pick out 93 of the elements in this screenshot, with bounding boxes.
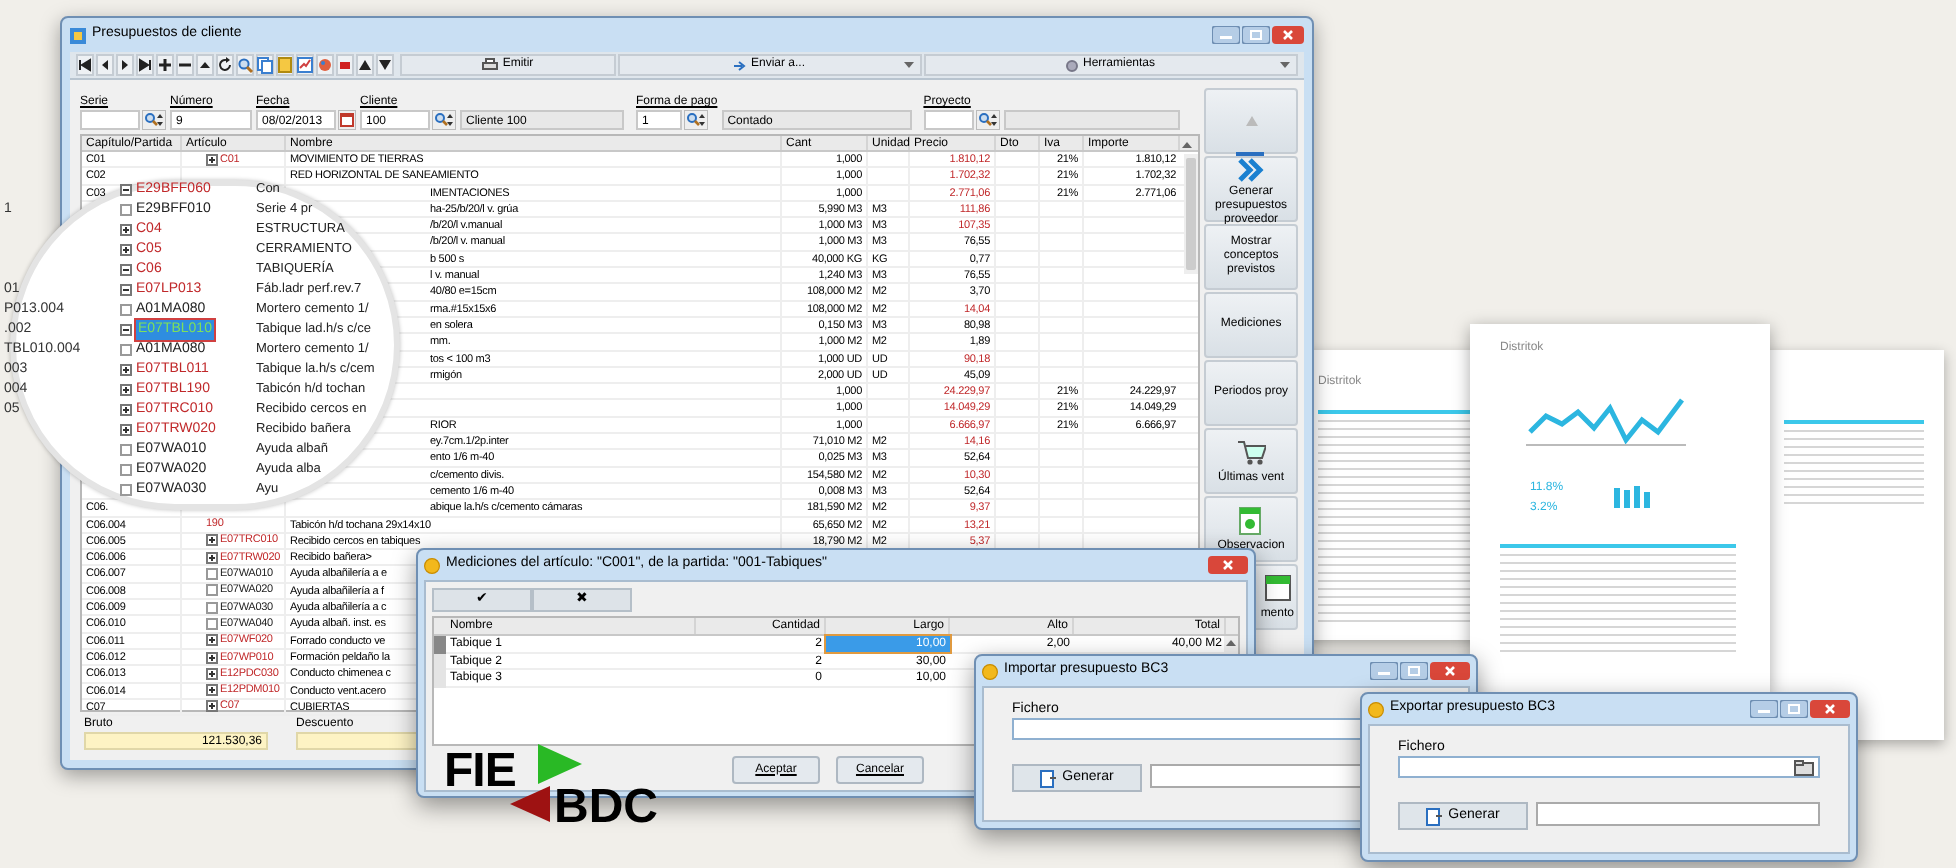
scrollbar[interactable] bbox=[1184, 154, 1199, 274]
coin-icon bbox=[424, 557, 440, 573]
input-field[interactable] bbox=[80, 110, 140, 130]
expand-icon[interactable] bbox=[120, 224, 132, 236]
search-icon bbox=[236, 56, 254, 74]
leaf-node-icon[interactable] bbox=[120, 484, 132, 496]
maximize-button[interactable] bbox=[1400, 662, 1428, 680]
expand-icon[interactable] bbox=[120, 404, 132, 416]
last-button[interactable] bbox=[136, 54, 154, 76]
refresh-button[interactable] bbox=[216, 54, 234, 76]
up-arrow-button[interactable] bbox=[356, 54, 374, 76]
collapse-icon[interactable] bbox=[120, 184, 132, 196]
close-button[interactable] bbox=[1208, 556, 1248, 574]
close-button[interactable] bbox=[1810, 700, 1850, 718]
coin-icon bbox=[982, 663, 998, 679]
minimize-button[interactable] bbox=[1212, 26, 1240, 44]
expand-icon[interactable] bbox=[120, 244, 132, 256]
expand-icon[interactable] bbox=[120, 424, 132, 436]
note-button[interactable] bbox=[276, 54, 294, 76]
remove-button[interactable] bbox=[176, 54, 194, 76]
close-button[interactable] bbox=[1272, 26, 1304, 44]
copy-button[interactable] bbox=[256, 54, 274, 76]
up-triangle-button[interactable] bbox=[196, 54, 214, 76]
stop-icon bbox=[336, 56, 354, 74]
expand-icon[interactable] bbox=[206, 700, 218, 713]
maximize-button[interactable] bbox=[1780, 700, 1808, 718]
stop-button[interactable] bbox=[336, 54, 354, 76]
previous-button[interactable] bbox=[96, 54, 114, 76]
chart-button[interactable] bbox=[296, 54, 314, 76]
play-triangle-icon bbox=[538, 744, 582, 784]
next-button[interactable] bbox=[116, 54, 134, 76]
collapse-icon[interactable] bbox=[120, 264, 132, 276]
leaf-node-icon[interactable] bbox=[120, 464, 132, 476]
expand-icon[interactable] bbox=[206, 534, 218, 547]
logo-text: BDC bbox=[554, 778, 658, 838]
document-icon bbox=[1040, 769, 1057, 787]
refresh-icon bbox=[216, 56, 234, 74]
expand-icon[interactable] bbox=[206, 153, 218, 166]
leaf-node-icon[interactable] bbox=[120, 344, 132, 356]
up-arrow-icon bbox=[356, 56, 374, 74]
leaf-node-icon[interactable] bbox=[206, 584, 218, 597]
reverse-triangle-icon bbox=[510, 786, 550, 822]
add-button[interactable] bbox=[156, 54, 174, 76]
logo-text: FIE bbox=[444, 742, 516, 802]
collapse-icon[interactable] bbox=[120, 284, 132, 296]
leaf-node-icon[interactable] bbox=[206, 568, 218, 581]
add-icon bbox=[156, 56, 174, 74]
calendar-button[interactable] bbox=[338, 110, 356, 130]
leaf-node-icon[interactable] bbox=[120, 204, 132, 216]
search-button[interactable] bbox=[975, 110, 1000, 130]
coin-icon bbox=[1368, 701, 1384, 717]
caret-icon bbox=[904, 62, 914, 70]
expand-icon[interactable] bbox=[206, 634, 218, 647]
collapse-icon[interactable] bbox=[120, 324, 132, 336]
document-icon bbox=[1426, 807, 1443, 825]
folder-icon bbox=[1794, 759, 1814, 775]
first-icon bbox=[76, 56, 94, 74]
first-button[interactable] bbox=[76, 54, 94, 76]
maximize-button[interactable] bbox=[1242, 26, 1270, 44]
file-input-field[interactable] bbox=[1398, 756, 1820, 778]
arrow-icon bbox=[734, 59, 747, 71]
minimize-button[interactable] bbox=[1750, 700, 1778, 718]
expand-icon[interactable] bbox=[206, 667, 218, 680]
cart-icon bbox=[1236, 437, 1267, 467]
caret-icon bbox=[1280, 62, 1290, 70]
expand-icon[interactable] bbox=[206, 684, 218, 697]
leaf-node-icon[interactable] bbox=[120, 304, 132, 316]
calendar-icon bbox=[1264, 573, 1294, 603]
expand-icon[interactable] bbox=[206, 551, 218, 564]
search-button[interactable] bbox=[684, 110, 708, 130]
double-arrow-icon bbox=[1236, 151, 1267, 181]
search-button[interactable] bbox=[432, 110, 456, 130]
leaf-node-icon[interactable] bbox=[120, 444, 132, 456]
down-arrow-icon bbox=[376, 56, 394, 74]
expand-icon[interactable] bbox=[206, 651, 218, 664]
copy-icon bbox=[256, 56, 274, 74]
report-table-drawing bbox=[1784, 420, 1924, 510]
printer-icon bbox=[482, 58, 499, 72]
search-button[interactable] bbox=[142, 110, 166, 130]
expand-icon[interactable] bbox=[120, 364, 132, 376]
leaf-node-icon[interactable] bbox=[206, 601, 218, 614]
chart-icon bbox=[296, 56, 314, 74]
close-button[interactable] bbox=[1430, 662, 1470, 680]
note-icon bbox=[276, 56, 294, 74]
up-arrow-icon bbox=[1245, 116, 1258, 126]
minimize-button[interactable] bbox=[1370, 662, 1398, 680]
last-icon bbox=[136, 56, 154, 74]
input-field[interactable] bbox=[923, 110, 974, 130]
input-field[interactable] bbox=[1003, 110, 1180, 130]
leaf-node-icon[interactable] bbox=[206, 617, 218, 630]
app-icon bbox=[70, 27, 86, 43]
down-arrow-button[interactable] bbox=[376, 54, 394, 76]
expand-icon[interactable] bbox=[120, 384, 132, 396]
